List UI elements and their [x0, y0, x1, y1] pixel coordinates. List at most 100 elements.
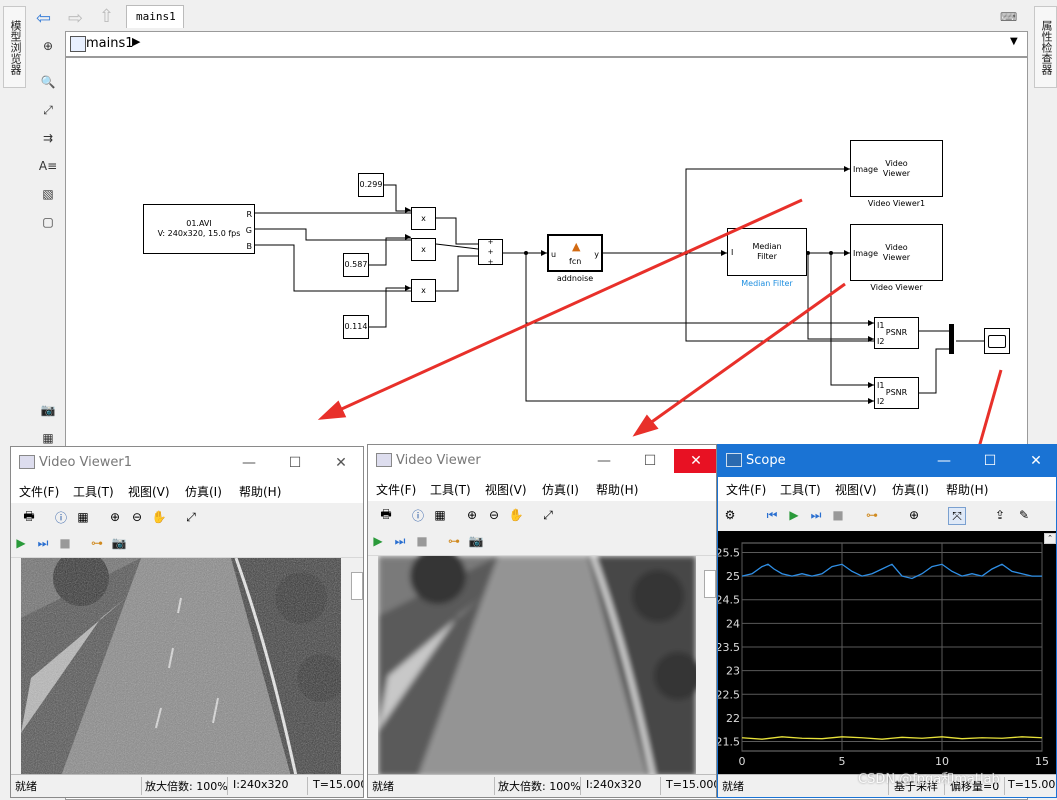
minimize-icon[interactable]: — — [582, 449, 626, 473]
stop-icon[interactable]: ■ — [57, 535, 73, 551]
close-icon[interactable]: ✕ — [674, 449, 716, 473]
menu-tools[interactable]: 工具(T) — [73, 483, 114, 500]
app-icon — [19, 455, 35, 469]
run-icon[interactable]: ▶ — [13, 535, 29, 551]
step-forward-icon[interactable]: ⏭ — [808, 507, 824, 523]
menu-simulation[interactable]: 仿真(I) — [892, 481, 929, 498]
maximize-icon[interactable]: ☐ — [273, 451, 317, 475]
y-tick-label: 24.5 — [718, 594, 740, 607]
zoom-out-icon[interactable]: ⊖ — [486, 507, 502, 523]
pan-icon[interactable]: ✋ — [151, 509, 167, 525]
scope-chart: 0 5 10 15 25.5 25 24.5 24 23.5 23 22.5 22 21.5 — [718, 542, 1049, 768]
menu-help[interactable]: 帮助(H) — [239, 483, 281, 500]
settings-icon[interactable]: ⚙ — [722, 507, 738, 523]
video-frame-noisy — [21, 558, 341, 776]
minimize-icon[interactable]: — — [227, 451, 271, 475]
maximize-icon[interactable]: ☐ — [628, 449, 672, 473]
menu-view[interactable]: 视图(V) — [128, 483, 170, 500]
scope-window[interactable]: Scope — ☐ ✕ 文件(F) 工具(T) 视图(V) 仿真(I) 帮助(H… — [717, 444, 1057, 798]
menu-help[interactable]: 帮助(H) — [596, 481, 638, 498]
close-icon[interactable]: ✕ — [319, 451, 363, 475]
highlight-icon[interactable]: ⊶ — [864, 507, 880, 523]
hidden-left-panel — [0, 480, 10, 798]
x-tick-label: 15 — [1035, 755, 1049, 768]
snapshot-icon[interactable]: 📷 — [111, 535, 127, 551]
zoom-in-icon[interactable]: ⊕ — [906, 507, 922, 523]
step-forward-icon[interactable]: ⏭ — [35, 535, 51, 551]
y-tick-label: 22 — [726, 712, 740, 725]
menu-file[interactable]: 文件(F) — [726, 481, 766, 498]
status-zoom: 放大倍数: 100% — [145, 780, 228, 793]
zoom-out-icon[interactable]: ⊖ — [129, 509, 145, 525]
autoscale-icon[interactable]: ⤧ — [948, 507, 966, 525]
scope-menubar: 文件(F) 工具(T) 视图(V) 仿真(I) 帮助(H) — [718, 477, 1056, 501]
window1-toolbar1: 🖶 ⓘ ▦ ⊕ ⊖ ✋ ⤢ — [11, 505, 363, 532]
run-icon[interactable]: ▶ — [786, 507, 802, 523]
window1-title: Video Viewer1 — [39, 455, 133, 470]
scope-plot-area[interactable]: ⌃ 05101525.52524.52423.52322.52221.5 — [718, 531, 1056, 777]
app-icon — [376, 453, 392, 467]
status-time: T=15.000 — [1008, 778, 1057, 791]
menu-file[interactable]: 文件(F) — [376, 481, 416, 498]
menu-file[interactable]: 文件(F) — [19, 483, 59, 500]
pixel-region-icon[interactable]: ▦ — [432, 507, 448, 523]
stop-icon[interactable]: ■ — [414, 533, 430, 549]
menu-simulation[interactable]: 仿真(I) — [542, 481, 579, 498]
video-viewer-window[interactable]: Video Viewer — ☐ ✕ 文件(F) 工具(T) 视图(V) 仿真(… — [367, 444, 717, 798]
window2-menubar: 文件(F) 工具(T) 视图(V) 仿真(I) 帮助(H) — [368, 477, 716, 501]
y-tick-label: 24 — [726, 617, 740, 630]
watermark: CSDN @fpga和matlab — [858, 772, 1000, 787]
window2-statusbar: 就绪 放大倍数: 100% I:240x320 T=15.000 — [368, 774, 716, 797]
vertical-scrollbar[interactable] — [702, 556, 716, 775]
y-tick-label: 22.5 — [718, 688, 740, 701]
scope-title: Scope — [746, 453, 786, 468]
window2-title: Video Viewer — [396, 453, 481, 468]
pan-icon[interactable]: ✋ — [508, 507, 524, 523]
step-forward-icon[interactable]: ⏭ — [392, 533, 408, 549]
highlight-icon[interactable]: ⊶ — [89, 535, 105, 551]
video-viewer1-window[interactable]: Video Viewer1 — ☐ ✕ 文件(F) 工具(T) 视图(V) 仿真… — [10, 446, 364, 798]
menu-view[interactable]: 视图(V) — [485, 481, 527, 498]
pixel-region-icon[interactable]: ▦ — [75, 509, 91, 525]
zoom-in-icon[interactable]: ⊕ — [107, 509, 123, 525]
y-tick-label: 21.5 — [718, 736, 740, 749]
stop-icon[interactable]: ■ — [830, 507, 846, 523]
restore-icon[interactable]: ⇪ — [992, 507, 1008, 523]
window2-titlebar[interactable]: Video Viewer — ☐ ✕ — [368, 445, 716, 477]
menu-view[interactable]: 视图(V) — [835, 481, 877, 498]
fit-to-window-icon[interactable]: ⤢ — [540, 507, 556, 523]
status-ready: 就绪 — [15, 780, 37, 793]
status-size: I:240x320 — [586, 778, 642, 791]
info-icon[interactable]: ⓘ — [53, 509, 69, 525]
menu-help[interactable]: 帮助(H) — [946, 481, 988, 498]
scroll-thumb[interactable] — [704, 570, 716, 598]
status-time: T=15.000 — [313, 778, 364, 791]
print-icon[interactable]: 🖶 — [378, 507, 394, 523]
snapshot-icon[interactable]: 📷 — [468, 533, 484, 549]
zoom-in-icon[interactable]: ⊕ — [464, 507, 480, 523]
video-frame-filtered — [378, 556, 696, 776]
highlight-icon[interactable]: ⊶ — [446, 533, 462, 549]
close-icon[interactable]: ✕ — [1014, 449, 1056, 473]
window1-titlebar[interactable]: Video Viewer1 — ☐ ✕ — [11, 447, 363, 479]
info-icon[interactable]: ⓘ — [410, 507, 426, 523]
scope-titlebar[interactable]: Scope — ☐ ✕ — [718, 445, 1056, 477]
window1-toolbar2: ▶ ⏭ ■ ⊶ 📷 — [11, 531, 363, 558]
run-icon[interactable]: ▶ — [370, 533, 386, 549]
fit-to-window-icon[interactable]: ⤢ — [183, 509, 199, 525]
edit-icon[interactable]: ✎ — [1016, 507, 1032, 523]
status-time: T=15.000 — [666, 778, 717, 791]
minimize-icon[interactable]: — — [922, 449, 966, 473]
menu-simulation[interactable]: 仿真(I) — [185, 483, 222, 500]
vertical-scrollbar[interactable] — [349, 558, 363, 775]
menu-tools[interactable]: 工具(T) — [430, 481, 471, 498]
y-tick-label: 23.5 — [718, 641, 740, 654]
scroll-thumb[interactable] — [351, 572, 363, 600]
y-tick-label: 23 — [726, 665, 740, 678]
maximize-icon[interactable]: ☐ — [968, 449, 1012, 473]
window2-toolbar1: 🖶 ⓘ ▦ ⊕ ⊖ ✋ ⤢ — [368, 503, 716, 530]
step-back-icon[interactable]: ⏮ — [764, 507, 780, 523]
menu-tools[interactable]: 工具(T) — [780, 481, 821, 498]
print-icon[interactable]: 🖶 — [21, 509, 37, 525]
y-tick-label: 25.5 — [718, 546, 740, 559]
